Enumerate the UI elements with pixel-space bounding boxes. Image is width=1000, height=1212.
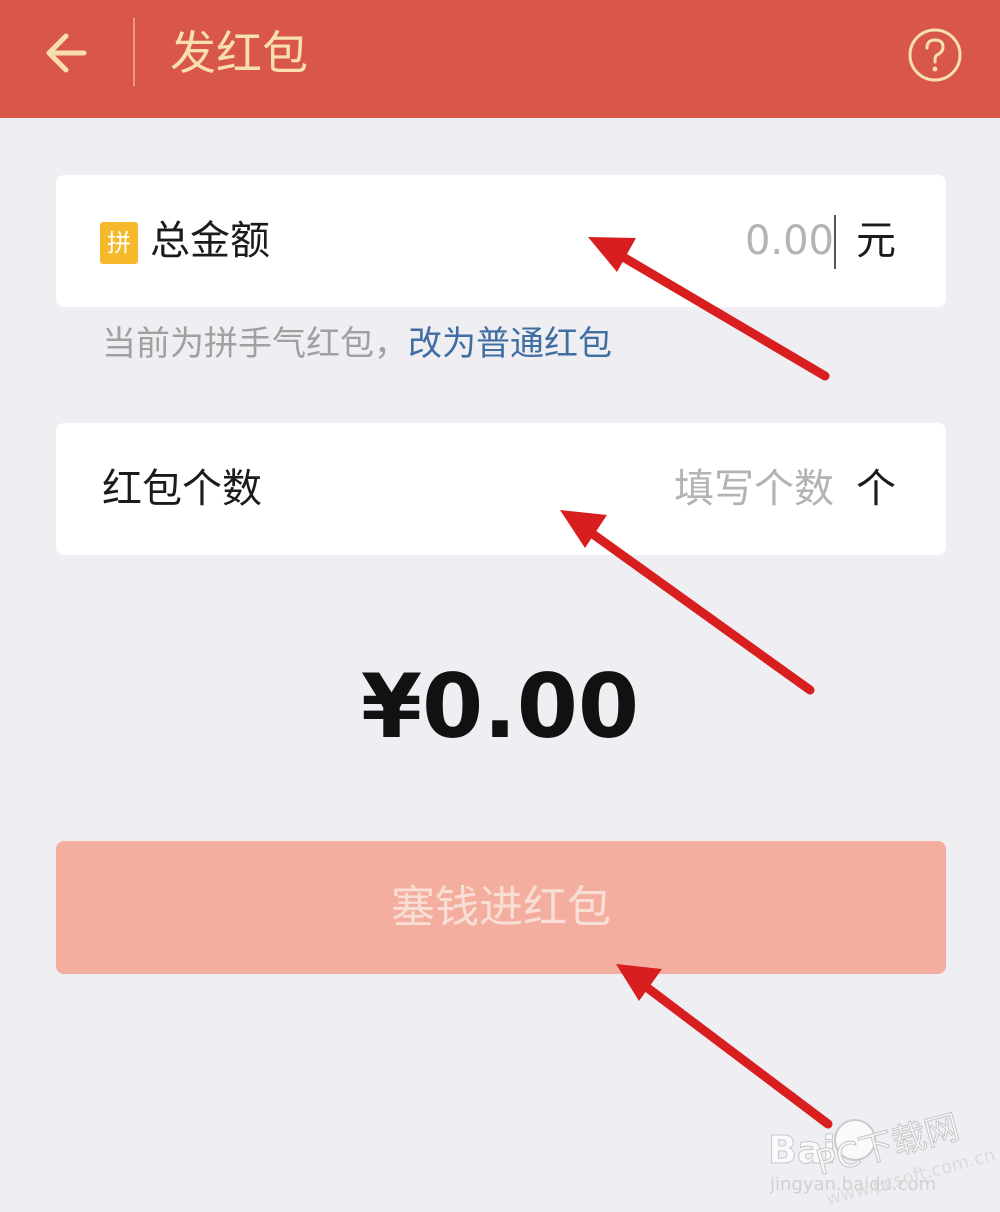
annotation-arrow-submit (616, 964, 833, 1129)
page-title: 发红包 (170, 26, 308, 80)
header-divider (133, 18, 135, 86)
packet-count-input[interactable] (596, 459, 834, 519)
svg-text:PC下载网: PC下载网 (812, 1107, 964, 1183)
total-amount-label: 总金额 (150, 218, 270, 264)
svg-text:Bai: Bai (768, 1128, 836, 1172)
packet-type-hint: 当前为拼手气红包，改为普通红包 (102, 318, 612, 370)
header-bar: 发红包 (0, 0, 1000, 118)
text-cursor (834, 215, 836, 269)
total-amount-card: 拼 总金额 元 (56, 175, 946, 307)
watermark-logo: Bai jingyan.baidu.com PC下载网 www.pcsoft.c… (768, 1107, 998, 1210)
hint-text: 当前为拼手气红包， (102, 324, 408, 364)
amount-unit: 元 (856, 218, 896, 264)
packet-count-label: 红包个数 (102, 466, 262, 512)
count-unit: 个 (856, 466, 896, 512)
svg-text:www.pcsoft.com.cn: www.pcsoft.com.cn (824, 1144, 998, 1209)
total-amount-display: ¥0.00 (360, 655, 640, 758)
packet-count-card: 红包个数 个 (56, 423, 946, 555)
arrow-left-icon[interactable] (36, 22, 98, 84)
pin-badge-icon: 拼 (100, 222, 138, 264)
switch-to-normal-link[interactable]: 改为普通红包 (408, 324, 612, 364)
question-circle-icon[interactable] (906, 26, 964, 84)
svg-text:jingyan.baidu.com: jingyan.baidu.com (769, 1174, 936, 1195)
submit-button[interactable]: 塞钱进红包 (56, 841, 946, 974)
total-amount-input[interactable] (616, 211, 834, 271)
